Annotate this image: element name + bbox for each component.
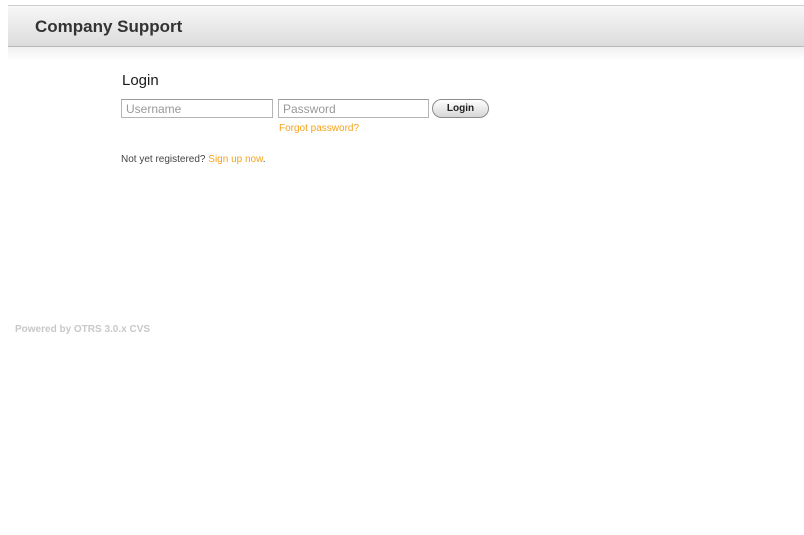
sign-up-link[interactable]: Sign up now (208, 154, 263, 165)
company-title: Company Support (35, 17, 183, 36)
password-input[interactable] (278, 99, 429, 118)
register-line: Not yet registered? Sign up now. (121, 154, 266, 165)
header-bar: Company Support (8, 5, 804, 47)
powered-by-footer: Powered by OTRS 3.0.x CVS (15, 324, 151, 335)
username-input[interactable] (121, 99, 273, 118)
login-button[interactable]: Login (432, 99, 489, 118)
header-shadow (8, 47, 804, 61)
login-heading: Login (122, 72, 159, 89)
register-prompt: Not yet registered? (121, 154, 206, 165)
forgot-password-link[interactable]: Forgot password? (279, 123, 359, 134)
register-trailing: . (262, 154, 266, 165)
